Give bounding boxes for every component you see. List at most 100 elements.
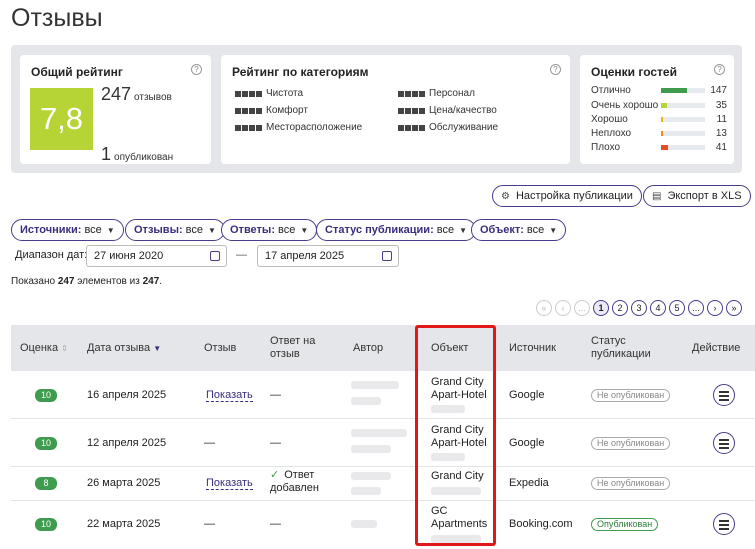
object-column-highlight bbox=[415, 325, 496, 546]
reviews-table: Оценка ⇕ Дата отзыва ▼ Отзыв Ответ на от… bbox=[11, 325, 755, 549]
filter-sources[interactable]: Источники: все ▼ bbox=[11, 219, 124, 241]
rating-dots bbox=[235, 107, 262, 114]
page-first-button[interactable]: « bbox=[536, 300, 552, 316]
guest-scores-card: Оценки гостей ? Отлично 147 Очень хорошо… bbox=[580, 55, 734, 164]
chevron-down-icon: ▼ bbox=[106, 225, 115, 235]
file-icon: ▤ bbox=[652, 190, 662, 202]
reviews-count-value: 247 bbox=[101, 84, 132, 104]
column-header-reply: Ответ на отзыв bbox=[270, 335, 316, 360]
column-header-status: Статус публикации bbox=[591, 335, 651, 360]
score-bar bbox=[661, 145, 705, 150]
rating-dots bbox=[398, 90, 425, 97]
help-icon[interactable]: ? bbox=[191, 64, 202, 75]
score-badge: 10 bbox=[35, 389, 57, 402]
category-rating-title: Рейтинг по категориям bbox=[232, 65, 369, 79]
filter-replies[interactable]: Ответы: все ▼ bbox=[221, 219, 318, 241]
show-review-link[interactable]: Показать bbox=[206, 477, 253, 490]
author-redacted bbox=[351, 487, 381, 495]
filter-object[interactable]: Объект: все ▼ bbox=[471, 219, 567, 241]
page-button[interactable]: 5 bbox=[669, 300, 685, 316]
score-bar bbox=[661, 88, 705, 93]
reply-cell: — bbox=[270, 437, 281, 449]
reply-cell: — bbox=[270, 518, 281, 530]
row-menu-button[interactable] bbox=[713, 384, 735, 406]
reviews-count: 247 отзывов bbox=[101, 84, 172, 105]
review-date: 12 апреля 2025 bbox=[87, 437, 167, 449]
help-icon[interactable]: ? bbox=[550, 64, 561, 75]
column-header-date[interactable]: Дата отзыва ▼ bbox=[87, 342, 161, 355]
table-row: 8 26 марта 2025 Показать ✓ Ответ добавлен… bbox=[11, 467, 755, 501]
gear-icon: ⚙ bbox=[501, 190, 510, 202]
score-bar bbox=[661, 117, 705, 122]
table-row: 10 16 апреля 2025 Показать — Grand City A… bbox=[11, 371, 755, 419]
page-ellipsis: ... bbox=[574, 300, 590, 316]
page-button[interactable]: 4 bbox=[650, 300, 666, 316]
row-menu-button[interactable] bbox=[713, 513, 735, 535]
rating-dots bbox=[398, 107, 425, 114]
chevron-down-icon: ▼ bbox=[459, 225, 467, 235]
status-badge: Не опубликован bbox=[591, 437, 671, 450]
review-cell: — bbox=[204, 518, 215, 530]
score-bar bbox=[661, 131, 705, 136]
category-item: Чистота bbox=[235, 88, 303, 99]
column-header-author: Автор bbox=[353, 342, 384, 354]
calendar-icon[interactable] bbox=[382, 251, 392, 261]
sort-icon: ⇕ bbox=[61, 344, 68, 353]
rating-dots bbox=[398, 124, 425, 131]
guest-score-row: Неплохо 13 bbox=[591, 128, 727, 139]
sort-desc-icon: ▼ bbox=[153, 344, 162, 353]
date-range-label: Диапазон дат: bbox=[15, 249, 88, 261]
date-to-input[interactable]: 17 апреля 2025 bbox=[257, 245, 399, 267]
guest-score-row: Хорошо 11 bbox=[591, 114, 727, 125]
page-next-button[interactable]: › bbox=[707, 300, 723, 316]
guest-score-row: Отлично 147 bbox=[591, 85, 727, 96]
status-badge: Не опубликован bbox=[591, 389, 671, 402]
filter-reviews[interactable]: Отзывы: все ▼ bbox=[125, 219, 225, 241]
author-redacted bbox=[351, 445, 391, 453]
page-button[interactable]: 1 bbox=[593, 300, 609, 316]
filter-publication-status[interactable]: Статус публикации: все ▼ bbox=[316, 219, 476, 241]
page-button[interactable]: 3 bbox=[631, 300, 647, 316]
status-badge: Опубликован bbox=[591, 518, 659, 531]
category-item: Персонал bbox=[398, 88, 475, 99]
help-icon[interactable]: ? bbox=[714, 64, 725, 75]
published-count-value: 1 bbox=[101, 144, 112, 164]
score-bar bbox=[661, 103, 705, 108]
chevron-down-icon: ▼ bbox=[300, 225, 309, 235]
review-date: 22 марта 2025 bbox=[87, 518, 161, 530]
show-review-link[interactable]: Показать bbox=[206, 389, 253, 402]
export-xls-button[interactable]: ▤ Экспорт в XLS bbox=[643, 185, 751, 207]
overall-score: 7,8 bbox=[30, 88, 93, 150]
author-redacted bbox=[351, 381, 399, 389]
column-header-score[interactable]: Оценка ⇕ bbox=[20, 342, 68, 355]
row-menu-button[interactable] bbox=[713, 432, 735, 454]
author-redacted bbox=[351, 429, 407, 437]
score-badge: 10 bbox=[35, 437, 57, 450]
page-last-button[interactable]: » bbox=[726, 300, 742, 316]
pagination: « ‹ ... 1 2 3 4 5 ... › » bbox=[536, 300, 742, 316]
source-cell: Booking.com bbox=[509, 518, 573, 530]
page-prev-button[interactable]: ‹ bbox=[555, 300, 571, 316]
calendar-icon[interactable] bbox=[210, 251, 220, 261]
publish-settings-button[interactable]: ⚙ Настройка публикации bbox=[492, 185, 642, 207]
review-date: 16 апреля 2025 bbox=[87, 389, 167, 401]
reviews-count-label: отзывов bbox=[134, 92, 172, 103]
status-badge: Не опубликован bbox=[591, 477, 671, 490]
column-header-action: Действие bbox=[692, 342, 741, 354]
rating-summary-panel: Общий рейтинг ? 7,8 247 отзывов 1 опублико… bbox=[11, 45, 742, 173]
category-item: Цена/качество bbox=[398, 105, 497, 116]
rating-dots bbox=[235, 124, 262, 131]
date-from-input[interactable]: 27 июня 2020 bbox=[86, 245, 227, 267]
score-badge: 10 bbox=[35, 518, 57, 531]
reply-cell: — bbox=[270, 389, 281, 401]
guest-scores-title: Оценки гостей bbox=[591, 65, 677, 79]
table-row: 10 12 апреля 2025 — — Grand City Apart-Ho… bbox=[11, 419, 755, 467]
chevron-down-icon: ▼ bbox=[207, 225, 216, 235]
score-badge: 8 bbox=[35, 477, 57, 490]
date-range-separator: — bbox=[236, 249, 247, 261]
page-button[interactable]: 2 bbox=[612, 300, 628, 316]
table-row: 10 22 марта 2025 — — GC Apartments Bookin… bbox=[11, 501, 755, 549]
published-count: 1 опубликован bbox=[101, 144, 173, 165]
source-cell: Expedia bbox=[509, 477, 549, 489]
guest-score-row: Плохо 41 bbox=[591, 142, 727, 153]
